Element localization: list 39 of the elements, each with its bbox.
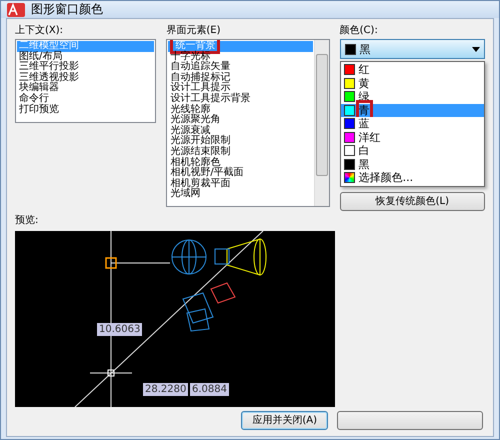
- menu-option[interactable]: 洋红: [340, 130, 484, 144]
- list-item[interactable]: 光源开始限制: [168, 136, 313, 147]
- list-item[interactable]: 相机视野/平截面: [168, 168, 313, 179]
- menu-option[interactable]: 黄: [340, 76, 484, 90]
- spotlight-drawing: [214, 238, 266, 276]
- camera-drawing: [182, 292, 214, 332]
- restore-button[interactable]: 恢复传统颜色(L): [340, 192, 486, 210]
- list-item[interactable]: 三维平行投影: [17, 62, 154, 73]
- list-item[interactable]: 块编辑器: [17, 83, 154, 94]
- dimension-value: 6.0884: [190, 382, 229, 396]
- menu-option[interactable]: 白: [340, 144, 484, 158]
- apply-close-button[interactable]: 应用并关闭(A): [241, 410, 328, 430]
- menu-option[interactable]: 黑: [340, 158, 484, 171]
- list-item[interactable]: 设计工具提示背景: [168, 94, 313, 105]
- dimension-value: 10.6063: [97, 322, 142, 336]
- window-title: 图形窗口颜色: [31, 1, 103, 18]
- menu-option[interactable]: 选择颜色...: [340, 171, 484, 184]
- list-item[interactable]: 打印预览: [17, 104, 154, 116]
- scrollbar[interactable]: [314, 40, 329, 206]
- app-logo-icon: [7, 2, 25, 16]
- preview-label: 预览:: [15, 214, 40, 226]
- field-label: 上下文(X):: [15, 25, 64, 37]
- field-label: 界面元素(E): [166, 25, 222, 37]
- caret-icon: [472, 46, 480, 52]
- list-item[interactable]: 光源结束限制: [168, 146, 313, 158]
- dimension-value: 28.2280: [143, 382, 188, 396]
- color-dropdown[interactable]: 黑: [340, 39, 486, 59]
- dialog-button[interactable]: [337, 410, 483, 430]
- color-wheel-icon: [344, 172, 355, 184]
- field-label: 颜色(C):: [340, 25, 379, 37]
- list-item[interactable]: 命令行: [17, 94, 154, 105]
- list-item[interactable]: 光源聚光角: [168, 115, 313, 126]
- list-item[interactable]: 设计工具提示: [168, 83, 313, 94]
- menu-option[interactable]: 红: [340, 63, 484, 76]
- globe-drawing: [172, 239, 206, 274]
- list-item[interactable]: 自动追踪矢量: [168, 62, 313, 73]
- menu-option[interactable]: 蓝: [340, 117, 484, 130]
- light-drawing: [210, 282, 236, 304]
- list-item[interactable]: 光域网: [168, 189, 313, 200]
